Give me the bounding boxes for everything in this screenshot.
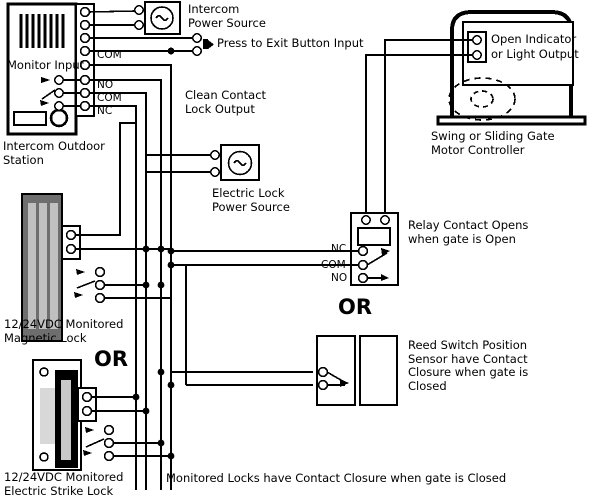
electric-strike-lock-caption: 12/24VDC Monitored Electric Strike Lock (4, 470, 124, 498)
relay-com-label: COM (321, 259, 346, 271)
bottom-note: Monitored Locks have Contact Closure whe… (166, 471, 507, 485)
monitor-input-label: Monitor Input (7, 58, 85, 72)
relay-no-label: NO (331, 272, 348, 284)
intercom-terminal-com2-label: COM (97, 92, 122, 104)
gate-motor-controller (436, 10, 587, 126)
clean-contact-output-wires (89, 64, 172, 490)
reed-switch-caption: Reed Switch Position Sensor have Contact… (408, 338, 529, 393)
intercom-station-caption: Intercom Outdoor Station (3, 139, 105, 167)
relay-nc-label: NC (331, 243, 347, 255)
or-separator-middle: OR (338, 295, 373, 319)
relay-caption: Relay Contact Opens when gate is Open (408, 218, 529, 246)
diagram-graphics (6, 1, 587, 490)
gate-controller-caption: Swing or Sliding Gate Motor Controller (431, 129, 555, 157)
intercom-power-source-label: Intercom Power Source (188, 2, 266, 30)
reed-switch-input-wires (171, 371, 313, 386)
electric-lock-power-source (146, 144, 260, 181)
intercom-terminal-no-label: NO (97, 79, 114, 91)
clean-contact-lock-output-label: Clean Contact Lock Output (185, 88, 267, 116)
press-to-exit-label: Press to Exit Button Input (217, 36, 364, 50)
electric-strike-lock-wires (91, 396, 171, 457)
magnetic-lock-wires (75, 106, 171, 299)
relay-contact-box (350, 212, 399, 286)
electric-strike-lock (32, 359, 115, 471)
electric-lock-power-source-label: Electric Lock Power Source (212, 186, 290, 214)
wiring-diagram-canvas: Monitor Input COM NO COM NC Intercom Out… (0, 0, 596, 500)
reed-switch-sensor (316, 335, 398, 406)
magnetic-lock-caption: 12/24VDC Monitored Magnetic Lock (4, 317, 124, 345)
intercom-terminal-com1-label: COM (97, 49, 122, 61)
open-indicator-output-label: Open Indicator or Light Output (491, 32, 579, 61)
wire-junction-dots (132, 245, 175, 460)
intercom-power-source (88, 1, 181, 35)
or-separator-left: OR (94, 347, 129, 371)
intercom-terminal-nc-label: NC (97, 105, 113, 117)
